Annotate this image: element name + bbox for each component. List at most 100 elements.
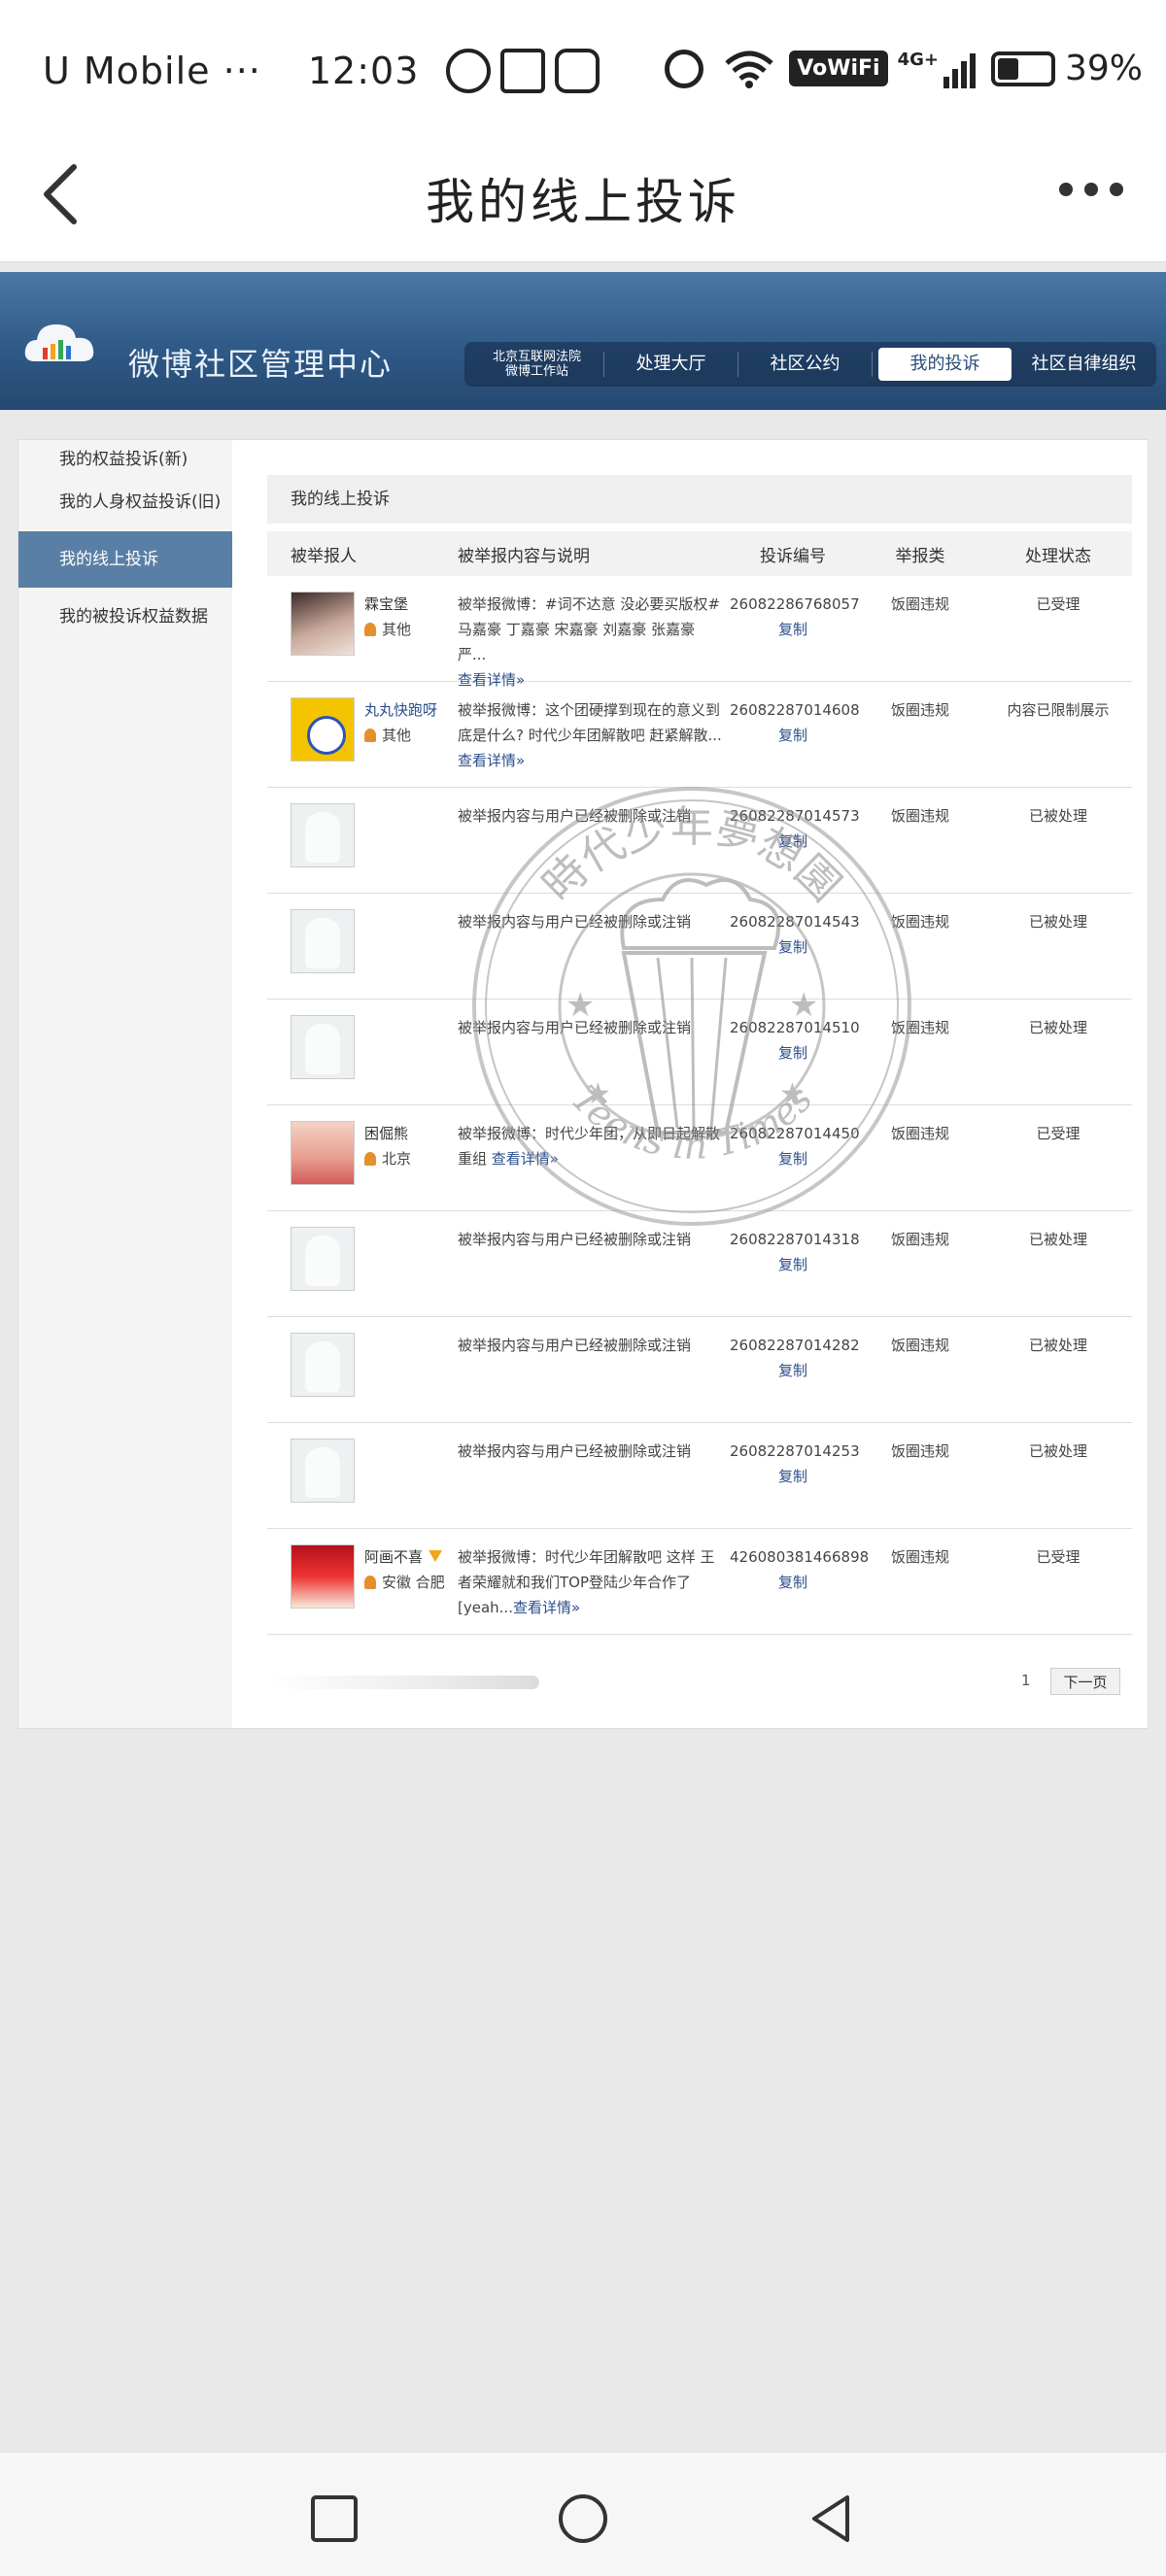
current-page[interactable]: 1	[1021, 1672, 1031, 1689]
complaint-id: 26082287014543	[730, 913, 860, 931]
nav-convention[interactable]: 社区公约	[738, 348, 872, 381]
complaint-id: 26082287014573	[730, 807, 860, 825]
sidebar-item-complained-data[interactable]: 我的被投诉权益数据	[18, 597, 232, 636]
complaint-type: 饭圈违规	[890, 701, 949, 719]
copy-link[interactable]: 复制	[730, 1040, 856, 1066]
complaint-type: 饭圈违规	[890, 1125, 949, 1142]
nav-my-complaints[interactable]: 我的投诉	[878, 348, 1012, 381]
complaint-status: 已被处理	[1028, 1442, 1087, 1460]
avatar[interactable]	[291, 697, 355, 762]
avatar[interactable]	[291, 592, 355, 656]
table-row: 被举报内容与用户已经被删除或注销 26082287014253 复制 饭圈违规 已…	[267, 1423, 1132, 1529]
column-header-reported-user: 被举报人	[291, 546, 357, 566]
copy-link[interactable]: 复制	[730, 934, 856, 960]
table-row: 被举报内容与用户已经被删除或注销 26082287014543 复制 饭圈违规 已…	[267, 894, 1132, 1000]
vowifi-badge: VoWiFi	[789, 51, 888, 86]
vip-badge-icon	[429, 1550, 443, 1562]
complaint-status: 已受理	[1036, 595, 1080, 613]
complaint-content: 被举报内容与用户已经被删除或注销	[458, 913, 692, 931]
nav-court-workstation[interactable]: 北京互联网法院 微博工作站	[470, 348, 603, 381]
sidebar-item-online-complaints[interactable]: 我的线上投诉	[18, 531, 232, 588]
copy-link[interactable]: 复制	[730, 1570, 856, 1595]
view-detail-link[interactable]: 查看详情»	[492, 1150, 559, 1168]
home-button[interactable]	[556, 2491, 610, 2546]
user-name[interactable]: 霖宝堡	[364, 592, 411, 617]
copy-link[interactable]: 复制	[730, 723, 856, 748]
section-title: 我的线上投诉	[267, 475, 1132, 524]
user-location: 其他	[382, 621, 412, 638]
user-location: 北京	[382, 1150, 412, 1168]
copy-link[interactable]: 复制	[730, 617, 856, 642]
main-content: 我的线上投诉 被举报人 被举报内容与说明 投诉编号 举报类 处理状态 霖宝堡 其…	[267, 475, 1132, 1635]
shopee-icon	[500, 49, 546, 93]
avatar[interactable]	[291, 1544, 355, 1609]
whatsapp-icon	[446, 49, 492, 93]
column-header-id: 投诉编号	[760, 546, 826, 566]
wifi-icon	[723, 50, 775, 88]
status-bar-left: U Mobile ··· 12:03	[43, 49, 600, 93]
user-name[interactable]: 阿画不喜	[364, 1548, 423, 1566]
column-header-content: 被举报内容与说明	[458, 546, 590, 566]
default-avatar	[291, 1333, 355, 1397]
more-options-button[interactable]	[1059, 183, 1123, 196]
table-row: 被举报内容与用户已经被删除或注销 26082287014573 复制 饭圈违规 已…	[267, 788, 1132, 894]
weibo-header: 微博社区管理中心 北京互联网法院 微博工作站 处理大厅 社区公约 我的投诉 社区…	[0, 272, 1166, 410]
nav-self-regulation[interactable]: 社区自律组织	[1017, 348, 1150, 381]
complaint-id: 26082287014608	[730, 701, 860, 719]
default-avatar	[291, 803, 355, 867]
avatar[interactable]	[291, 1121, 355, 1185]
copy-link[interactable]: 复制	[730, 1464, 856, 1489]
location-icon	[364, 1576, 376, 1589]
complaint-id: 26082287014282	[730, 1337, 860, 1354]
complaint-status: 已被处理	[1028, 913, 1087, 931]
complaint-type: 饭圈违规	[890, 1337, 949, 1354]
pagination-placeholder	[267, 1676, 539, 1689]
nav-hall[interactable]: 处理大厅	[604, 348, 737, 381]
copy-link[interactable]: 复制	[730, 829, 856, 854]
sidebar-item-rights-new[interactable]: 我的权益投诉(新)	[18, 440, 232, 479]
view-detail-link[interactable]: 查看详情»	[458, 752, 525, 769]
content-panel: 我的权益投诉(新) 我的人身权益投诉(旧) 我的线上投诉 我的被投诉权益数据 我…	[17, 439, 1149, 1729]
table-row: 困倔熊 北京 被举报微博：时代少年团，从即日起解散重组 查看详情» 260822…	[267, 1105, 1132, 1211]
next-page-button[interactable]: 下一页	[1050, 1668, 1120, 1695]
complaint-content: 被举报内容与用户已经被删除或注销	[458, 1231, 692, 1248]
table-row: 被举报内容与用户已经被删除或注销 26082287014318 复制 饭圈违规 已…	[267, 1211, 1132, 1317]
user-name[interactable]: 丸丸快跑呀	[364, 697, 437, 723]
user-location: 安徽 合肥	[382, 1574, 445, 1591]
user-name-wrap[interactable]: 阿画不喜	[364, 1544, 445, 1570]
copy-link[interactable]: 复制	[730, 1358, 856, 1383]
table-row: 霖宝堡 其他 被举报微博：#词不达意 没必要买版权# 马嘉豪 丁嘉豪 宋嘉豪 刘…	[267, 576, 1132, 689]
nav-court-line2: 微博工作站	[504, 364, 568, 379]
recents-button[interactable]	[307, 2491, 361, 2546]
complaint-content: 被举报内容与用户已经被删除或注销	[458, 807, 692, 825]
weibo-center-title: 微博社区管理中心	[128, 346, 394, 383]
alarm-icon	[665, 49, 704, 88]
weibo-nav: 北京互联网法院 微博工作站 处理大厅 社区公约 我的投诉 社区自律组织	[464, 342, 1156, 387]
sidebar-item-personal-rights-old[interactable]: 我的人身权益投诉(旧)	[18, 483, 232, 522]
complaint-id: 26082287014253	[730, 1442, 860, 1460]
circle-icon	[559, 2494, 607, 2543]
view-detail-link[interactable]: 查看详情»	[513, 1599, 580, 1616]
complaint-content: 被举报微博：时代少年团解散吧 这样 王者荣耀就和我们TOP登陆少年合作了[yea…	[458, 1548, 715, 1616]
default-avatar	[291, 1015, 355, 1079]
copy-link[interactable]: 复制	[730, 1146, 856, 1171]
table-row: 丸丸快跑呀 其他 被举报微博：这个团硬撑到现在的意义到底是什么? 时代少年团解散…	[267, 682, 1132, 788]
complaint-type: 饭圈违规	[890, 1019, 949, 1036]
complaint-id: 26082287014318	[730, 1231, 860, 1248]
cloud-logo-icon	[21, 317, 99, 371]
copy-link[interactable]: 复制	[730, 1252, 856, 1277]
complaint-status: 内容已限制展示	[1007, 701, 1110, 719]
back-nav-button[interactable]	[805, 2491, 859, 2546]
complaint-id: 426080381466898	[730, 1548, 870, 1566]
complaint-status: 已被处理	[1028, 807, 1087, 825]
complaint-status: 已受理	[1036, 1548, 1080, 1566]
complaint-content: 被举报内容与用户已经被删除或注销	[458, 1019, 692, 1036]
triangle-back-icon	[812, 2495, 849, 2542]
complaint-status: 已受理	[1036, 1125, 1080, 1142]
complaint-content: 被举报微博：#词不达意 没必要买版权# 马嘉豪 丁嘉豪 宋嘉豪 刘嘉豪 张嘉豪 …	[458, 595, 720, 663]
status-bar: U Mobile ··· 12:03 VoWiFi 4G+ 39%	[0, 0, 1166, 146]
nav-court-line1: 北京互联网法院	[492, 350, 581, 364]
user-name[interactable]: 困倔熊	[364, 1121, 411, 1146]
complaint-type: 饭圈违规	[890, 595, 949, 613]
complaint-type: 饭圈违规	[890, 1231, 949, 1248]
